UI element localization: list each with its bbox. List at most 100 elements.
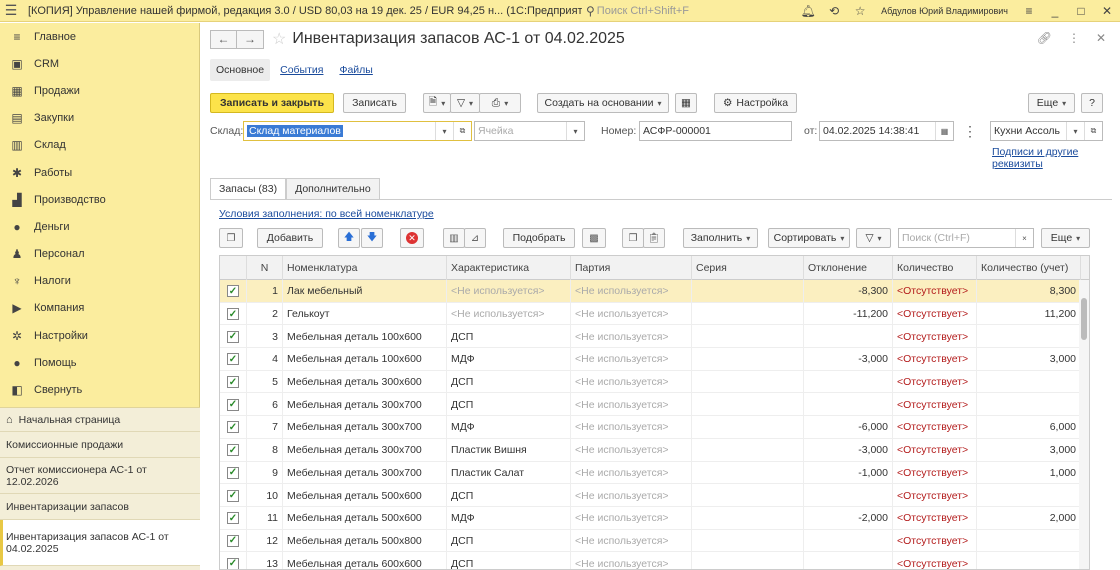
col-quantity-acc[interactable]: Количество (учет) xyxy=(977,256,1081,280)
row-batch[interactable]: <Не используется> xyxy=(571,461,692,485)
row-characteristic[interactable]: ДСП xyxy=(447,484,571,507)
close-icon[interactable]: ✕ xyxy=(1094,4,1120,18)
row-deviation[interactable]: -2,000 xyxy=(804,506,893,530)
row-checkbox[interactable]: ✓ xyxy=(220,280,247,303)
row-checkbox[interactable]: ✓ xyxy=(220,393,247,417)
paste-lines-button[interactable]: 📋︎ xyxy=(643,228,665,248)
subtab-events[interactable]: События xyxy=(274,59,329,81)
row-quantity[interactable]: <Отсутствует> xyxy=(893,461,977,485)
row-number[interactable]: 9 xyxy=(247,461,283,485)
sidebar-item-money[interactable]: ● Деньги xyxy=(0,213,199,240)
row-batch[interactable]: <Не используется> xyxy=(571,484,692,507)
sidebar-item-settings[interactable]: ✲ Настройки xyxy=(0,322,199,349)
row-batch[interactable]: <Не используется> xyxy=(571,370,692,394)
checkbox-checked-icon[interactable]: ✓ xyxy=(227,308,239,321)
row-deviation[interactable] xyxy=(804,370,893,394)
row-deviation[interactable]: -3,000 xyxy=(804,348,893,371)
col-batch[interactable]: Партия xyxy=(571,256,692,280)
warehouse-dropdown-icon[interactable]: ▾ xyxy=(435,122,453,140)
row-number[interactable]: 10 xyxy=(247,484,283,507)
delete-row-button[interactable]: ✕ xyxy=(400,228,424,248)
table-row[interactable]: ✓ 13 Мебельная деталь 600х600 ДСП <Не исполь… xyxy=(220,552,1089,569)
row-quantity[interactable]: <Отсутствует> xyxy=(893,325,977,349)
table-row[interactable]: ✓ 6 Мебельная деталь 300х700 ДСП <Не использ… xyxy=(220,393,1089,417)
move-down-button[interactable]: 🡇 xyxy=(361,228,383,248)
row-quantity-acc[interactable]: 6,000 xyxy=(977,416,1081,439)
checkbox-checked-icon[interactable]: ✓ xyxy=(227,466,239,479)
row-batch[interactable]: <Не используется> xyxy=(571,438,692,462)
row-nomenclature[interactable]: Мебельная деталь 100х600 xyxy=(283,348,447,371)
main-menu-icon[interactable]: ☰ xyxy=(0,0,22,22)
row-number[interactable]: 5 xyxy=(247,370,283,394)
row-batch[interactable]: <Не используется> xyxy=(571,529,692,553)
checkbox-checked-icon[interactable]: ✓ xyxy=(227,444,239,457)
date-field[interactable]: 04.02.2025 14:38:41 ▦ xyxy=(819,121,954,141)
row-characteristic[interactable]: МДФ xyxy=(447,506,571,530)
row-deviation[interactable]: -3,000 xyxy=(804,438,893,462)
row-characteristic[interactable]: Пластик Вишня xyxy=(447,438,571,462)
row-characteristic[interactable]: ДСП xyxy=(447,529,571,553)
row-deviation[interactable]: -1,000 xyxy=(804,461,893,485)
user-name[interactable]: Абдулов Юрий Владимирович xyxy=(873,6,1016,16)
open-window-current-inventory[interactable]: Инвентаризация запасов АС-1 от 04.02.202… xyxy=(0,520,200,566)
row-checkbox[interactable]: ✓ xyxy=(220,348,247,371)
row-quantity[interactable]: <Отсутствует> xyxy=(893,370,977,394)
row-checkbox[interactable]: ✓ xyxy=(220,529,247,553)
more-actions-icon[interactable]: ⋮ xyxy=(963,123,977,140)
row-checkbox[interactable]: ✓ xyxy=(220,370,247,394)
table-more-button[interactable]: Еще ▾ xyxy=(1041,228,1090,248)
row-quantity-acc[interactable]: 2,000 xyxy=(977,506,1081,530)
table-row[interactable]: ✓ 9 Мебельная деталь 300х700 Пластик Салат <… xyxy=(220,461,1089,485)
row-deviation[interactable] xyxy=(804,552,893,569)
history-icon[interactable]: ⟲ xyxy=(821,4,847,18)
table-row[interactable]: ✓ 11 Мебельная деталь 500х600 МДФ <Не исполь… xyxy=(220,506,1089,530)
close-form-icon[interactable]: ✕ xyxy=(1096,31,1106,45)
row-batch[interactable]: <Не используется> xyxy=(571,348,692,371)
checkbox-checked-icon[interactable]: ✓ xyxy=(227,421,239,434)
table-row[interactable]: ✓ 4 Мебельная деталь 100х600 МДФ <Не использ… xyxy=(220,348,1089,371)
row-number[interactable]: 1 xyxy=(247,280,283,303)
organization-open-icon[interactable]: ⧉ xyxy=(1084,122,1102,140)
row-nomenclature[interactable]: Мебельная деталь 300х700 xyxy=(283,393,447,417)
subtab-main[interactable]: Основное xyxy=(210,59,271,81)
row-nomenclature[interactable]: Гелькоут xyxy=(283,302,447,326)
checkbox-checked-icon[interactable]: ✓ xyxy=(227,534,239,547)
row-series[interactable] xyxy=(692,461,804,485)
row-batch[interactable]: <Не используется> xyxy=(571,325,692,349)
col-check[interactable] xyxy=(220,256,247,280)
row-nomenclature[interactable]: Мебельная деталь 600х600 xyxy=(283,552,447,569)
checkbox-checked-icon[interactable]: ✓ xyxy=(227,376,239,389)
barcode-button[interactable]: ▥ xyxy=(443,228,465,248)
row-deviation[interactable]: -6,000 xyxy=(804,416,893,439)
row-quantity-acc[interactable] xyxy=(977,552,1081,569)
col-n[interactable]: N xyxy=(247,256,283,280)
row-number[interactable]: 3 xyxy=(247,325,283,349)
structure-button[interactable]: ▦ xyxy=(675,93,697,113)
sidebar-item-purchases[interactable]: ▤ Закупки xyxy=(0,105,199,132)
row-characteristic[interactable]: МДФ xyxy=(447,348,571,371)
tab-stocks[interactable]: Запасы (83) xyxy=(210,178,287,200)
print-button[interactable]: ⎙ ▾ xyxy=(479,93,521,113)
table-filter-button[interactable]: ▽ ▾ xyxy=(856,228,891,248)
row-checkbox[interactable]: ✓ xyxy=(220,484,247,507)
row-series[interactable] xyxy=(692,529,804,553)
cell-dropdown-icon[interactable]: ▾ xyxy=(566,122,584,140)
row-characteristic[interactable]: ДСП xyxy=(447,325,571,349)
row-nomenclature[interactable]: Мебельная деталь 100х600 xyxy=(283,325,447,349)
bell-icon[interactable]: 🔔︎ xyxy=(795,4,821,18)
sidebar-item-company[interactable]: ▶ Компания xyxy=(0,295,199,322)
more-vertical-icon[interactable]: ⋮ xyxy=(1068,31,1080,45)
row-characteristic[interactable]: <Не используется> xyxy=(447,280,571,303)
organization-dropdown-icon[interactable]: ▾ xyxy=(1066,122,1084,140)
create-based-on-button[interactable]: Создать на основании ▾ xyxy=(537,93,669,113)
data-collection-button[interactable]: ⊿ xyxy=(464,228,486,248)
fill-button[interactable]: Заполнить ▾ xyxy=(683,228,758,248)
row-quantity[interactable]: <Отсутствует> xyxy=(893,416,977,439)
row-number[interactable]: 2 xyxy=(247,302,283,326)
col-series[interactable]: Серия xyxy=(692,256,804,280)
save-button[interactable]: Записать xyxy=(343,93,406,113)
sidebar-item-taxes[interactable]: ♆ Налоги xyxy=(0,268,199,295)
row-nomenclature[interactable]: Мебельная деталь 300х700 xyxy=(283,416,447,439)
sidebar-item-sales[interactable]: ▦ Продажи xyxy=(0,77,199,104)
row-number[interactable]: 8 xyxy=(247,438,283,462)
